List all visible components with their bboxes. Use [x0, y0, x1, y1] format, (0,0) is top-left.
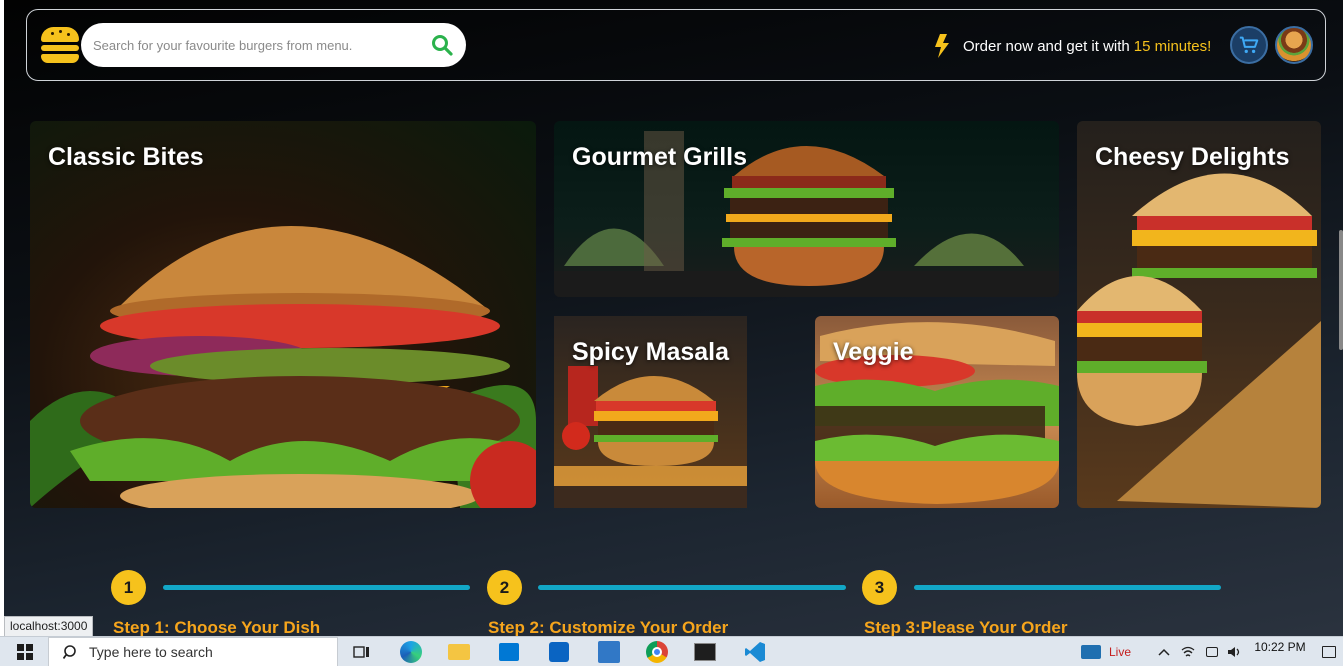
start-button[interactable] — [10, 637, 40, 666]
step-progress-line — [163, 585, 470, 590]
category-card-gourmet-grills[interactable]: Gourmet Grills — [554, 121, 1059, 297]
taskbar-search-text: Type here to search — [89, 644, 213, 660]
category-title: Veggie — [833, 338, 914, 366]
outlook-icon[interactable] — [544, 637, 574, 666]
step-progress-line — [538, 585, 846, 590]
step-number-3: 3 — [862, 570, 897, 605]
windows-taskbar: Type here to search Live 10:22 PM — [0, 636, 1343, 666]
chrome-icon[interactable] — [642, 637, 672, 666]
clock[interactable]: 10:22 PM — [1250, 637, 1310, 666]
category-title: Classic Bites — [48, 143, 204, 171]
terminal-icon[interactable] — [690, 637, 720, 666]
search-input[interactable] — [93, 33, 413, 57]
category-card-classic-bites[interactable]: Classic Bites — [30, 121, 536, 508]
cart-icon — [1239, 36, 1259, 54]
step-number-2: 2 — [487, 570, 522, 605]
category-card-cheesy-delights[interactable]: Cheesy Delights — [1077, 121, 1321, 508]
scrollbar[interactable] — [1339, 230, 1343, 350]
category-card-veggie[interactable]: Veggie — [815, 316, 1059, 508]
step-label-2: Step 2: Customize Your Order — [488, 618, 729, 637]
category-title: Spicy Masala — [572, 338, 730, 366]
edge-icon[interactable] — [396, 637, 426, 666]
cart-button[interactable] — [1230, 26, 1268, 64]
burger-image — [30, 226, 536, 508]
notification-icon[interactable] — [1318, 637, 1340, 666]
typescript-icon[interactable] — [594, 637, 624, 666]
step-number-1: 1 — [111, 570, 146, 605]
promo-text: Order now and get it with — [963, 37, 1130, 55]
step-label-1: Step 1: Choose Your Dish — [113, 618, 321, 637]
delivery-promo: Order now and get it with 15 minutes! — [933, 34, 1211, 58]
top-header: Order now and get it with 15 minutes! — [26, 9, 1326, 81]
promo-time: 15 minutes! — [1133, 37, 1212, 55]
avatar[interactable] — [1275, 26, 1313, 64]
wifi-icon[interactable] — [1180, 637, 1196, 666]
store-icon[interactable] — [494, 637, 524, 666]
category-card-spicy-masala[interactable]: Spicy Masala — [554, 316, 747, 508]
step-label-3: Step 3:Please Your Order — [864, 618, 1068, 637]
file-explorer-icon[interactable] — [444, 637, 474, 666]
burger-image — [1077, 173, 1321, 508]
volume-icon[interactable] — [1226, 637, 1244, 666]
live-news-widget[interactable]: Live — [1076, 637, 1136, 666]
vscode-icon[interactable] — [740, 637, 770, 666]
step-progress-line — [914, 585, 1221, 590]
category-title: Cheesy Delights — [1095, 143, 1290, 171]
task-view-icon[interactable] — [350, 637, 374, 666]
category-title: Gourmet Grills — [572, 143, 748, 171]
burger-logo-icon[interactable] — [41, 27, 79, 63]
windows-icon — [17, 644, 33, 660]
search-icon — [63, 645, 76, 660]
live-label: Live — [1108, 645, 1131, 659]
search-icon[interactable] — [430, 33, 454, 57]
search-bar — [81, 23, 466, 67]
battery-icon[interactable] — [1204, 637, 1220, 666]
window-edge — [0, 0, 4, 636]
lightning-icon — [935, 34, 949, 58]
status-url-tooltip: localhost:3000 — [4, 616, 94, 637]
chevron-up-icon[interactable] — [1156, 637, 1172, 666]
clock-time: 10:22 PM — [1254, 640, 1306, 654]
taskbar-search[interactable]: Type here to search — [48, 637, 338, 666]
